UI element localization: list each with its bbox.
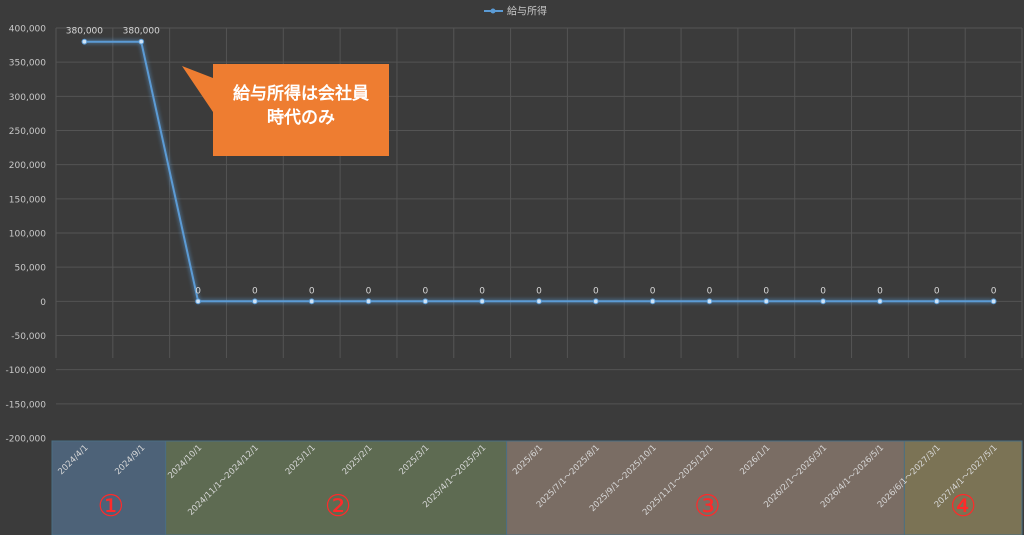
y-tick-label: 50,000 [15,264,47,274]
data-label: 0 [877,286,883,296]
y-tick-label: 100,000 [9,230,46,240]
data-label: 0 [707,286,713,296]
data-label: 380,000 [66,27,103,37]
data-label: 0 [763,286,769,296]
data-label: 0 [934,286,940,296]
data-label: 0 [991,286,997,296]
callout-line-1: 給与所得は会社員 [233,84,369,104]
data-point [990,298,997,305]
legend-entry: 給与所得 [507,5,547,18]
phase-label: ③ [694,489,721,524]
y-tick-label: 0 [40,298,46,308]
legend-marker [490,8,496,14]
data-label: 0 [479,286,485,296]
data-label: 0 [820,286,826,296]
y-tick-label: -100,000 [6,366,47,376]
phase-label: ① [97,489,124,524]
y-tick-label: 200,000 [9,161,46,171]
y-tick-label: 350,000 [9,59,46,69]
data-label: 0 [366,286,372,296]
data-label: 0 [536,286,542,296]
y-tick-label: 400,000 [9,25,46,35]
data-point [877,298,883,305]
data-point [479,298,486,305]
data-point [933,298,940,305]
data-point [536,298,542,305]
data-point [422,298,429,305]
data-point [820,298,827,305]
y-tick-label: -50,000 [11,332,46,342]
data-label: 0 [309,286,315,296]
data-label: 0 [252,286,258,296]
data-point [592,298,599,305]
chart-root: 400,000 350,000 300,000 250,000 200,000 150,0… [0,0,1024,535]
y-tick-label: 300,000 [9,93,46,103]
data-point [706,298,713,305]
line-chart: 400,000 350,000 300,000 250,000 200,000 150,0… [6,5,1023,535]
y-tick-label: -200,000 [6,435,47,445]
data-label: 0 [650,286,656,296]
data-point [649,298,656,305]
y-tick-label: -150,000 [6,400,47,410]
data-label: 0 [195,286,201,296]
data-label: 0 [593,286,599,296]
data-label: 380,000 [123,27,160,37]
phase-label: ② [325,489,352,524]
data-point [763,298,770,305]
data-point [365,298,372,305]
callout-text: 給与所得は会社員 時代のみ [213,82,389,130]
data-point [81,38,88,45]
data-point [138,38,145,45]
callout-line-2: 時代のみ [267,108,335,128]
data-point [308,298,315,305]
y-tick-label: 250,000 [9,127,46,137]
data-label: 0 [422,286,428,296]
y-tick-label: 150,000 [9,195,46,205]
data-point [195,298,201,305]
data-point [251,298,258,305]
